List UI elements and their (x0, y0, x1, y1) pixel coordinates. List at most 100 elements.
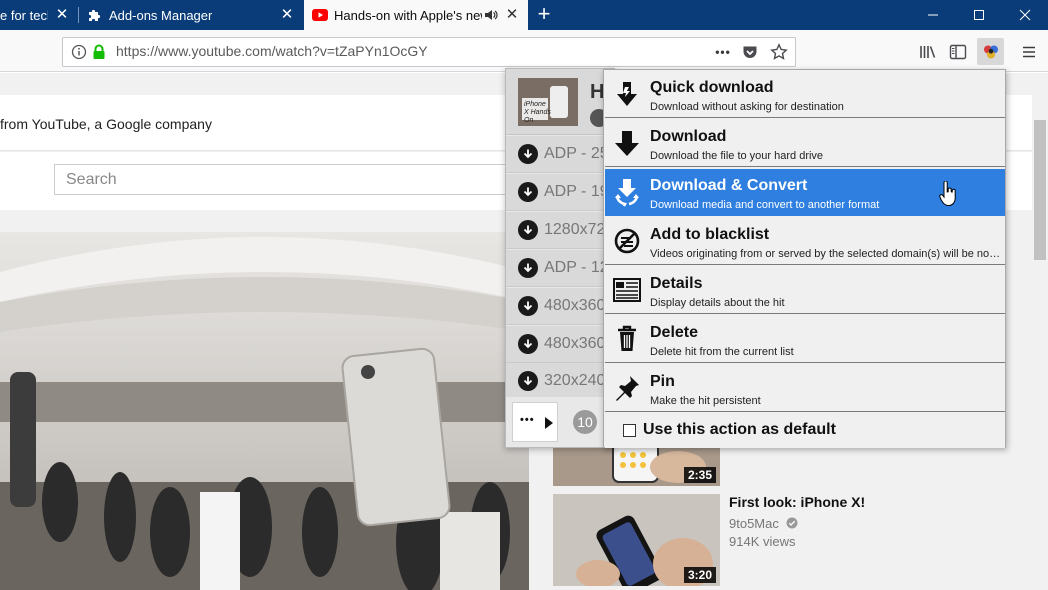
new-tab-button[interactable]: + (530, 3, 558, 27)
menu-item-title: Download (650, 128, 727, 145)
channel-name: 9to5Mac (729, 516, 779, 531)
minimize-button[interactable] (910, 0, 956, 30)
hit-label: 480x360 (544, 335, 606, 352)
puzzle-icon (87, 7, 103, 23)
hit-thumbnail: iPhone X Hands On (518, 78, 578, 126)
more-actions-button[interactable]: ••• (512, 402, 558, 442)
download-arrow-icon (518, 258, 538, 278)
hit-thumbnail-text: iPhone X Hands On (524, 101, 551, 124)
menu-item-add-to-blacklist[interactable]: Add to blacklist Videos originating from… (605, 218, 1005, 265)
trash-icon (611, 323, 643, 355)
hit-item[interactable]: 320x240 (506, 363, 614, 400)
page-actions-button[interactable]: ••• (710, 42, 736, 62)
related-video-thumbnail[interactable]: 2:35 (553, 447, 720, 486)
menu-item-description: Download the file to your hard drive (650, 150, 824, 162)
hit-item[interactable]: ADP - 19 (506, 174, 614, 211)
menu-item-pin[interactable]: Pin Make the hit persistent (605, 365, 1005, 412)
speaker-icon[interactable] (484, 8, 498, 22)
library-icon[interactable] (917, 41, 939, 63)
download-arrow-icon (518, 334, 538, 354)
download-arrow-icon (518, 220, 538, 240)
related-video-views: 914K views (729, 534, 796, 549)
download-icon (611, 127, 643, 159)
download-convert-icon (611, 176, 643, 208)
menu-item-download[interactable]: Download Download the file to your hard … (605, 120, 1005, 167)
hit-label: 1280x72 (544, 221, 606, 238)
url-text[interactable]: https://www.youtube.com/watch?v=tZaPYn1O… (116, 43, 428, 59)
download-arrow-icon (518, 144, 538, 164)
tab-tech[interactable]: e for tech ✕ (0, 0, 78, 30)
menu-item-title: Details (650, 275, 703, 292)
more-icon: ••• (520, 414, 535, 426)
hit-label: 480x360 (544, 297, 606, 314)
default-action-label: Use this action as default (643, 421, 836, 438)
video-frame (0, 232, 529, 590)
search-input[interactable] (54, 164, 524, 195)
tab-title: Add-ons Manager (109, 7, 213, 23)
tab-close-icon[interactable]: ✕ (504, 7, 520, 23)
hit-label: ADP - 19 (544, 183, 609, 200)
pin-icon (611, 372, 643, 404)
hit-item[interactable]: 480x360 (506, 288, 614, 325)
browser-window: e for tech ✕ Add-ons Manager ✕ Hands-on … (0, 0, 1048, 590)
scrollbar-thumb[interactable] (1034, 120, 1046, 260)
related-video-channel[interactable]: 9to5Mac (729, 516, 798, 531)
bookmark-star-icon[interactable] (768, 41, 790, 63)
lock-icon[interactable] (91, 43, 107, 61)
minimize-icon (928, 14, 938, 16)
video-duration: 3:20 (683, 567, 716, 583)
close-window-button[interactable] (1002, 0, 1048, 30)
sidebar-icon[interactable] (947, 41, 969, 63)
maximize-icon (974, 10, 984, 20)
menu-item-title: Add to blacklist (650, 226, 770, 243)
menu-item-details[interactable]: Details Display details about the hit (605, 267, 1005, 314)
hit-item[interactable]: ADP - 25 (506, 136, 614, 173)
related-video-thumbnail[interactable]: 3:20 (553, 494, 720, 586)
video-downloadhelper-icon[interactable] (977, 38, 1004, 65)
menu-item-title: Quick download (650, 79, 774, 96)
menu-item-delete[interactable]: Delete Delete hit from the current list (605, 316, 1005, 363)
action-menu: Quick download Download without asking f… (603, 69, 1006, 448)
menu-item-quick-download[interactable]: Quick download Download without asking f… (605, 71, 1005, 118)
download-arrow-icon (518, 371, 538, 391)
hand-cursor-icon (939, 180, 957, 207)
hits-count-badge: 10 (573, 410, 597, 434)
menu-item-description: Delete hit from the current list (650, 346, 794, 358)
hamburger-menu-icon[interactable] (1018, 41, 1040, 63)
hits-panel: iPhone X Hands On H ADP - 25 ADP - 19 12… (505, 68, 615, 448)
pocket-icon[interactable] (740, 42, 760, 62)
menu-item-title: Pin (650, 373, 675, 390)
default-action-checkbox[interactable] (623, 424, 636, 437)
hit-label: ADP - 12 (544, 259, 609, 276)
hit-item[interactable]: 1280x72 (506, 212, 614, 249)
download-arrow-icon (518, 182, 538, 202)
video-player[interactable] (0, 232, 529, 590)
video-duration: 2:35 (683, 467, 716, 483)
menu-item-title: Download & Convert (650, 177, 808, 194)
tab-close-icon[interactable]: ✕ (279, 7, 295, 23)
search-placeholder: Search (66, 171, 117, 188)
menu-item-description: Make the hit persistent (650, 395, 761, 407)
tab-youtube[interactable]: Hands-on with Apple's new ✕ (304, 0, 528, 30)
tab-close-icon[interactable]: ✕ (54, 7, 70, 23)
youtube-icon (312, 9, 328, 21)
hit-header[interactable]: iPhone X Hands On H (506, 69, 614, 135)
details-icon (611, 274, 643, 306)
verified-icon (786, 517, 797, 529)
menu-item-description: Display details about the hit (650, 297, 785, 309)
tab-addons-manager[interactable]: Add-ons Manager ✕ (79, 0, 303, 30)
tab-title: Hands-on with Apple's new (334, 7, 482, 23)
hit-item[interactable]: ADP - 12 (506, 250, 614, 287)
related-video-title[interactable]: First look: iPhone X! (729, 494, 865, 510)
default-action-row[interactable]: Use this action as default (605, 412, 1005, 448)
blacklist-icon (611, 225, 643, 257)
hits-footer: ••• 10 (506, 397, 614, 447)
quick-download-icon (611, 78, 643, 110)
info-icon[interactable] (70, 43, 88, 61)
hit-label: 320x240 (544, 372, 606, 389)
maximize-button[interactable] (956, 0, 1002, 30)
hit-item[interactable]: 480x360 (506, 326, 614, 363)
hit-label: ADP - 25 (544, 145, 609, 162)
close-icon (1019, 9, 1031, 21)
download-arrow-icon (518, 296, 538, 316)
